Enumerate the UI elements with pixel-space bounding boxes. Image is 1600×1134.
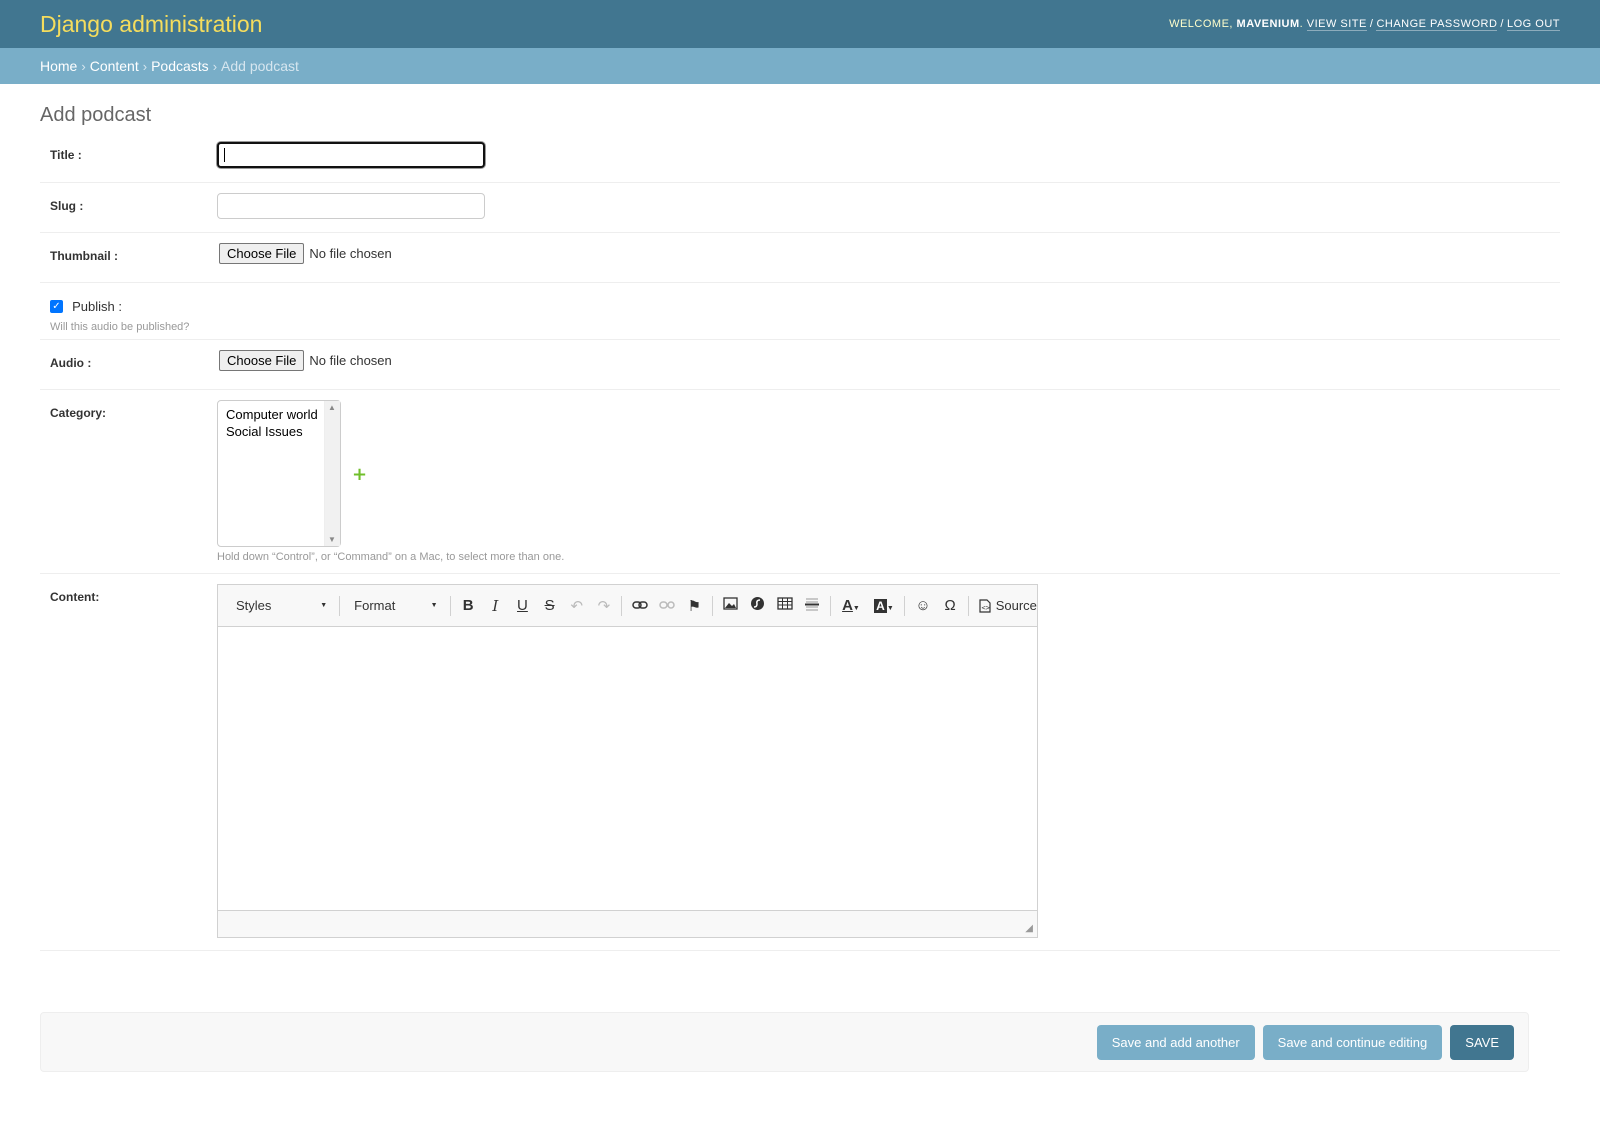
strike-icon[interactable]: S [536,597,563,614]
text-color-icon[interactable]: A▼ [834,597,867,614]
italic-icon[interactable]: I [482,597,509,615]
form-row-content: Content: Styles ▼ Format ▼ B I U S ↶ ↷ ⚑… [40,574,1560,951]
undo-icon[interactable]: ↶ [563,597,590,615]
separator: / [1369,18,1374,30]
rich-text-editor: Styles ▼ Format ▼ B I U S ↶ ↷ ⚑ A▼ A ▼ ☺… [217,584,1038,938]
form-row-audio: Audio : Choose File No file chosen [40,340,1560,390]
toolbar-separator [339,595,341,616]
flash-icon[interactable] [744,596,771,615]
username: MAVENIUM [1236,18,1300,30]
breadcrumb-separator: › [81,58,86,74]
category-label: Category: [50,406,107,420]
category-field: Computer world Social Issues ▲ ▼ + Hold … [217,400,564,563]
category-help-text: Hold down “Control”, or “Command” on a M… [217,551,565,563]
title-label: Title : [50,148,82,162]
view-site-link[interactable]: VIEW SITE [1306,18,1367,31]
breadcrumb-podcasts[interactable]: Podcasts [151,58,209,74]
audio-file-input: Choose File No file chosen [217,350,392,371]
form-row-slug: Slug : [40,183,1560,233]
welcome-text: WELCOME, [1169,18,1233,30]
category-multiselect[interactable]: Computer world Social Issues ▲ ▼ [217,400,341,547]
title-input[interactable] [217,142,485,168]
editor-footer: ◢ [218,910,1037,937]
slug-input[interactable] [217,193,485,219]
thumbnail-label: Thumbnail : [50,249,118,263]
bold-icon[interactable]: B [455,597,482,614]
save-and-add-another-button[interactable]: Save and add another [1096,1025,1255,1060]
breadcrumb: Home › Content › Podcasts › Add podcast [0,48,1600,84]
breadcrumb-separator: › [212,58,218,74]
table-icon[interactable] [771,597,798,614]
source-label: Source [995,598,1037,613]
scrollbar[interactable]: ▲ ▼ [324,401,340,546]
form-row-title: Title : [40,132,1560,183]
bg-color-icon[interactable]: A ▼ [867,597,900,614]
source-button[interactable]: <> Source [979,598,1037,613]
breadcrumb-content[interactable]: Content [90,58,139,74]
toolbar-separator [449,595,451,616]
content-label: Content: [50,590,100,604]
publish-label: Publish : [72,299,122,314]
change-password-link[interactable]: CHANGE PASSWORD [1376,18,1498,31]
styles-dropdown[interactable]: Styles ▼ [226,598,335,613]
audio-file-status: No file chosen [309,353,392,368]
unlink-icon[interactable] [654,597,681,614]
audio-choose-file-button[interactable]: Choose File [219,350,305,371]
styles-label: Styles [236,598,272,613]
audio-label: Audio : [50,356,92,370]
breadcrumb-separator: › [142,58,148,74]
breadcrumb-current: Add podcast [221,58,299,74]
main-content: Add podcast Title : Slug : Thumbnail : C… [0,84,1600,951]
smiley-icon[interactable]: ☺ [909,597,936,614]
category-option[interactable]: Computer world [218,406,340,423]
separator: / [1500,18,1504,30]
dropdown-arrow-icon: ▼ [320,602,328,609]
svg-text:<>: <> [981,604,989,612]
format-label: Format [354,598,396,613]
save-button[interactable]: SAVE [1450,1025,1514,1060]
source-icon: <> [979,598,991,613]
underline-icon[interactable]: U [509,597,536,614]
add-category-icon[interactable]: + [352,464,367,547]
save-and-continue-button[interactable]: Save and continue editing [1262,1025,1443,1060]
toolbar-separator [621,595,623,616]
scroll-down-icon[interactable]: ▼ [328,535,336,544]
toolbar-separator [711,595,713,616]
scroll-up-icon[interactable]: ▲ [328,403,336,412]
page-title: Add podcast [40,104,152,126]
image-icon[interactable] [717,597,744,614]
editor-content-area[interactable] [218,627,1037,911]
form-row-thumbnail: Thumbnail : Choose File No file chosen [40,233,1560,283]
text-cursor [224,148,225,162]
resize-handle-icon[interactable]: ◢ [1025,923,1033,934]
publish-help-text: Will this audio be published? [50,321,190,333]
thumbnail-choose-file-button[interactable]: Choose File [219,243,305,264]
slug-label: Slug : [50,199,84,213]
publish-checkbox[interactable]: ✓ [50,300,63,313]
anchor-icon[interactable]: ⚑ [681,597,708,615]
format-dropdown[interactable]: Format ▼ [344,598,445,613]
log-out-link[interactable]: LOG OUT [1506,18,1560,31]
link-icon[interactable] [626,597,653,614]
toolbar-separator [904,595,906,616]
toolbar-separator [967,595,969,616]
form-row-category: Category: Computer world Social Issues ▲… [40,390,1560,574]
dropdown-arrow-icon: ▼ [430,602,438,609]
special-char-icon[interactable]: Ω [937,597,964,614]
breadcrumb-home[interactable]: Home [40,58,77,74]
header: Django administration WELCOME, MAVENIUM.… [0,0,1600,48]
horizontal-rule-icon[interactable] [798,597,825,615]
form-row-publish: ✓ Publish : Will this audio be published… [40,283,1560,340]
thumbnail-file-input: Choose File No file chosen [217,243,392,264]
user-tools: WELCOME, MAVENIUM. VIEW SITE / CHANGE PASS… [1169,18,1560,31]
editor-toolbar: Styles ▼ Format ▼ B I U S ↶ ↷ ⚑ A▼ A ▼ ☺… [218,585,1037,627]
category-option[interactable]: Social Issues [218,423,340,440]
thumbnail-file-status: No file chosen [309,246,392,261]
site-branding[interactable]: Django administration [40,11,262,38]
toolbar-separator [829,595,831,616]
submit-row: Save and add another Save and continue e… [40,1012,1529,1072]
redo-icon[interactable]: ↷ [590,597,617,615]
